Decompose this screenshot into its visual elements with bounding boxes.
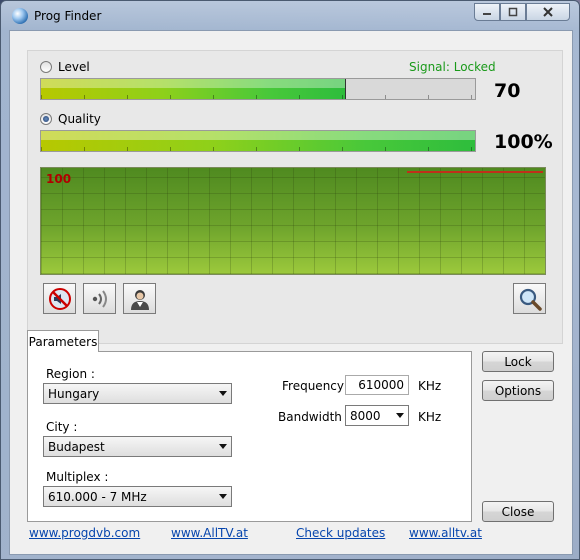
link-progdvb[interactable]: www.progdvb.com xyxy=(29,526,140,540)
options-button[interactable]: Options xyxy=(482,380,554,401)
level-bar xyxy=(40,78,476,100)
chevron-down-icon xyxy=(219,391,227,396)
city-select[interactable]: Budapest xyxy=(43,436,232,457)
quality-radio[interactable] xyxy=(40,113,52,125)
quality-bar xyxy=(40,130,476,152)
chevron-down-icon xyxy=(219,444,227,449)
bandwidth-label: Bandwidth : xyxy=(278,410,350,424)
level-value: 70 xyxy=(494,80,521,102)
bandwidth-select[interactable]: 8000 xyxy=(345,405,409,426)
chevron-down-icon xyxy=(396,413,404,418)
level-radio[interactable] xyxy=(40,61,52,73)
bandwidth-value: 8000 xyxy=(350,409,381,423)
link-check-updates[interactable]: Check updates xyxy=(296,526,385,540)
signal-panel: Level Signal: Locked 70 Quality 100% 100 xyxy=(27,50,563,344)
signal-status: Signal: Locked xyxy=(409,60,496,74)
region-select[interactable]: Hungary xyxy=(43,383,232,404)
quality-value: 100% xyxy=(494,131,553,153)
frequency-label: Frequency : xyxy=(282,379,352,393)
level-label: Level xyxy=(58,60,90,74)
multiplex-select[interactable]: 610.000 - 7 MHz xyxy=(43,486,232,507)
multiplex-value: 610.000 - 7 MHz xyxy=(48,490,147,504)
graph-scale-label: 100 xyxy=(46,172,72,186)
bandwidth-unit: KHz xyxy=(418,410,442,424)
chevron-down-icon xyxy=(219,494,227,499)
signal-sound-button[interactable] xyxy=(83,283,116,314)
maximize-icon xyxy=(508,7,518,17)
speaker-muted-icon xyxy=(48,287,71,310)
profile-button[interactable] xyxy=(123,283,156,314)
quality-label: Quality xyxy=(58,112,101,126)
level-bar-ticks xyxy=(41,95,475,99)
person-icon xyxy=(130,289,149,310)
close-window-button[interactable] xyxy=(526,3,570,21)
magnifier-icon xyxy=(519,288,542,311)
close-button[interactable]: Close xyxy=(482,501,554,522)
link-alltv-lower[interactable]: www.alltv.at xyxy=(409,526,482,540)
multiplex-label: Multiplex : xyxy=(46,470,109,484)
mute-button[interactable] xyxy=(43,283,76,314)
radio-selected-dot xyxy=(43,116,49,122)
level-radio-row[interactable]: Level xyxy=(40,60,90,74)
parameters-panel: Region : Hungary City : Budapest Multipl… xyxy=(27,351,472,522)
frequency-unit: KHz xyxy=(418,379,442,393)
minimize-button[interactable] xyxy=(474,3,500,21)
title-bar[interactable]: Prog Finder xyxy=(1,1,579,31)
search-button[interactable] xyxy=(513,283,546,314)
city-value: Budapest xyxy=(48,440,105,454)
client-area: Level Signal: Locked 70 Quality 100% 100 xyxy=(9,30,573,555)
graph-signal-line xyxy=(407,171,543,173)
link-alltv-upper[interactable]: www.AllTV.at xyxy=(171,526,248,540)
close-icon xyxy=(543,7,553,17)
region-label: Region : xyxy=(46,367,95,381)
signal-waves-icon xyxy=(92,289,107,308)
tab-parameters[interactable]: Parameters xyxy=(27,330,99,352)
lock-button[interactable]: Lock xyxy=(482,351,554,372)
quality-radio-row[interactable]: Quality xyxy=(40,112,101,126)
maximize-button[interactable] xyxy=(500,3,526,21)
caption-buttons xyxy=(474,3,570,21)
app-globe-icon xyxy=(12,8,28,24)
prog-finder-window: Prog Finder Level Signal: Locked 70 Qual… xyxy=(0,0,580,560)
signal-graph: 100 xyxy=(40,167,546,275)
window-title: Prog Finder xyxy=(34,9,102,23)
minimize-icon xyxy=(483,13,491,15)
region-value: Hungary xyxy=(48,387,100,401)
frequency-input[interactable]: 610000 xyxy=(345,375,409,395)
quality-bar-ticks xyxy=(41,147,475,151)
city-label: City : xyxy=(46,420,78,434)
